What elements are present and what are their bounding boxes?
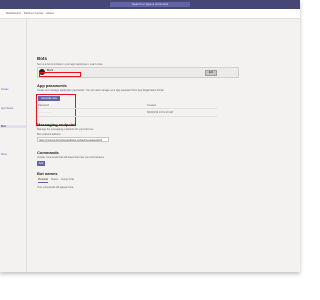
password-created-date: 6/16/2019 10:01:20 AM bbox=[147, 111, 173, 114]
commands-empty-note: Your commands will appear here. bbox=[37, 186, 75, 189]
top-tabs: Dashboard Partner Center About bbox=[0, 9, 300, 19]
edit-bot-button[interactable]: Edit bbox=[205, 70, 217, 76]
tab-teams[interactable]: Teams bbox=[51, 178, 58, 181]
messaging-endpoint-heading: Messaging endpoint bbox=[37, 122, 76, 127]
page-intro: Set up a bot to include in your app depl… bbox=[37, 63, 103, 66]
page-title: Bots bbox=[37, 56, 47, 61]
column-header-created: Created bbox=[147, 104, 156, 107]
column-header-password: Password bbox=[38, 104, 49, 107]
tab-partner-center[interactable]: Partner Center bbox=[24, 11, 44, 16]
sidebar-item-app-studio[interactable]: App Studio bbox=[1, 107, 13, 110]
sidebar: Create App Studio Bots Store bbox=[0, 19, 27, 272]
table-divider bbox=[37, 116, 217, 117]
messaging-endpoint-description: Manage the messaging endpoints for your … bbox=[37, 128, 94, 131]
endpoint-address-label: Bot endpoint address bbox=[37, 133, 61, 136]
bot-id: Bot ID: ·················· bbox=[41, 73, 60, 75]
main-content: Bots Set up a bot to include in your app… bbox=[27, 19, 300, 272]
generate-new-password-button[interactable]: Generate new password bbox=[38, 96, 60, 105]
table-divider bbox=[37, 108, 217, 109]
commands-heading: Commands bbox=[37, 150, 59, 155]
tab-about[interactable]: About bbox=[46, 11, 54, 16]
tab-group-chat[interactable]: Group Chat bbox=[61, 178, 74, 181]
bot-names-heading: Bot names bbox=[37, 171, 58, 176]
sidebar-item-store[interactable]: Store bbox=[1, 153, 7, 156]
add-command-button[interactable]: Add bbox=[37, 161, 45, 166]
app-passwords-heading: App passwords bbox=[37, 83, 67, 88]
sidebar-item-create[interactable]: Create bbox=[1, 88, 9, 91]
tab-dashboard[interactable]: Dashboard bbox=[6, 11, 21, 16]
endpoint-address-field[interactable]: https://contoso-bot.azurewebsites.net/ap… bbox=[37, 137, 109, 142]
active-tab-underline bbox=[38, 182, 48, 183]
teams-window: Search or type a command Dashboard Partn… bbox=[0, 0, 300, 272]
password-value: ··············· bbox=[38, 111, 51, 114]
bot-id-highlight: Bot ID: ·················· bbox=[39, 72, 81, 77]
title-bar: Search or type a command bbox=[0, 0, 300, 9]
sidebar-item-bots[interactable]: Bots bbox=[1, 125, 6, 128]
app-passwords-description: Create and manage application passwords.… bbox=[37, 89, 164, 92]
commands-description: Include commands that will determine how… bbox=[37, 156, 105, 159]
tab-personal[interactable]: Personal bbox=[38, 178, 48, 181]
search-box[interactable]: Search or type a command bbox=[110, 2, 190, 7]
